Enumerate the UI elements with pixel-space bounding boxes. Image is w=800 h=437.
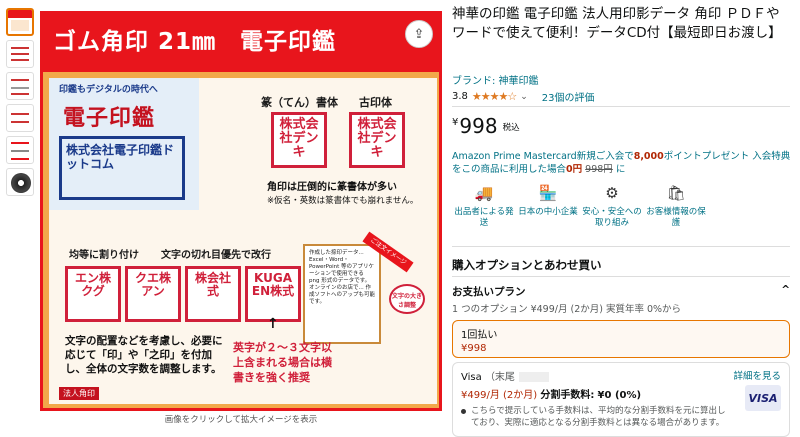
promo-suffix: に: [615, 164, 626, 175]
divider: [452, 106, 790, 107]
feature-label: 安心・安全への取り組み: [582, 207, 642, 228]
visa-logo-icon: VISA: [745, 385, 781, 411]
divider: [452, 276, 790, 277]
sample-card-title: 印鑑もデジタルの時代へ: [59, 85, 158, 95]
payment-plan-summary: 1 つのオプション ¥499/月 (2か月) 実質年率 0%から: [452, 304, 682, 315]
data-info-card: 作成した捺印データ... Excel・Word・PowerPoint 等のアプリ…: [303, 244, 381, 344]
promo-old-price: 998円: [585, 164, 613, 175]
arrow-up-icon: ↑: [267, 316, 279, 332]
layout-seal-2: クエ株アン: [125, 266, 181, 322]
price-block: ¥ 998 税込: [452, 115, 520, 137]
image-panel: 印鑑もデジタルの時代へ 電子印鑑 株式会社電子印鑑ドットコム 法人角印 篆（てん…: [49, 78, 437, 404]
price-value: 998: [459, 114, 498, 138]
feature-safety[interactable]: ⚙ 安心・安全への取り組み: [580, 182, 644, 229]
image-banner: ゴム角印 21㎜ 電子印鑑: [43, 14, 439, 72]
fee-disclaimer-text: こちらで提示している手数料は、平均的な分割手数料を元に算出しており、実際に適応と…: [471, 406, 726, 428]
purchase-options-title: 購入オプションとあわせ買い: [452, 258, 602, 272]
layout-seal-3: 株会社式: [185, 266, 241, 322]
single-payment-price: ¥998: [461, 343, 487, 354]
layout-seal-1: エン株クグ: [65, 266, 121, 322]
english-note: 英字が２～３文字以上含まれる場合は横書きを強く推奨: [233, 341, 332, 384]
rating-value: 3.8: [452, 91, 468, 102]
chevron-up-icon[interactable]: ^: [781, 284, 790, 299]
seal-note-sub: ※仮名・英数は篆書体でも崩れません。: [267, 196, 419, 206]
tensho-label: 篆（てん）書体: [261, 96, 338, 109]
chevron-down-icon[interactable]: ⌄: [520, 92, 528, 102]
installment-price: ¥499/月 (2か月): [461, 390, 538, 401]
kointai-label: 古印体: [359, 96, 392, 109]
banner-title: ゴム角印 21㎜ 電子印鑑: [53, 29, 337, 55]
truck-icon: 🚚: [474, 184, 494, 202]
promo-zero-price: 0円: [566, 164, 583, 175]
bullet-icon: [461, 409, 466, 414]
visa-tail: （末尾: [484, 372, 515, 383]
line-break-label: 文字の切れ目優先で改行: [161, 250, 271, 261]
installment-fee: ¥0 (0%): [597, 390, 642, 401]
sample-seal-card: 印鑑もデジタルの時代へ 電子印鑑 株式会社電子印鑑ドットコム 法人角印: [49, 78, 199, 400]
thumbnail-4[interactable]: [6, 104, 34, 132]
sample-card-headline: 電子印鑑: [63, 106, 156, 131]
rating-stars-icon[interactable]: ★★★★☆: [472, 90, 517, 103]
bag-icon: 🛍: [666, 184, 686, 202]
tensho-seal: 株式会社デンキ: [271, 112, 327, 168]
rating-row: 3.8 ★★★★☆ ⌄ 23個の評価: [452, 89, 595, 104]
divider: [452, 246, 790, 247]
even-layout-label: 均等に割り付け: [69, 250, 139, 261]
promo-points: 8,000: [633, 151, 664, 162]
product-title: 神華の印鑑 電子印鑑 法人用印影データ 角印 ＰＤＦやワードで使えて便利！データ…: [452, 6, 782, 41]
layout-explanation: 文字の配置などを考慮し、必要に応じて「印」や「之印」を付加し、全体の文字数を調整…: [65, 335, 223, 375]
details-link[interactable]: 詳細を見る: [733, 368, 781, 382]
share-icon[interactable]: ⇪: [405, 20, 433, 48]
feature-icons: 🚚 出品者による発送 🏪 日本の中小企業 ⚙ 安心・安全への取り組み 🛍 お客様…: [452, 182, 792, 234]
thumbnail-3[interactable]: [6, 72, 34, 100]
reviews-link[interactable]: 23個の評価: [542, 89, 595, 104]
single-payment-option[interactable]: 1回払い ¥998: [452, 320, 790, 358]
shield-icon: ⚙: [605, 184, 619, 202]
brand-link[interactable]: ブランド: 神華印鑑: [452, 72, 539, 87]
tax-label: 税込: [502, 123, 520, 133]
thumbnail-strip: [6, 8, 36, 200]
card-promotion[interactable]: Amazon Prime Mastercard新規ご入会で8,000ポイントプレ…: [452, 150, 792, 176]
feature-label: 日本の中小企業: [518, 207, 578, 217]
installment-fee-label: 分割手数料:: [540, 390, 595, 401]
thumbnail-1[interactable]: [6, 8, 34, 36]
size-adjust-bubble: 文字の大きさ調整: [389, 284, 425, 314]
single-payment-label: 1回払い: [461, 330, 498, 341]
visa-name: Visa: [461, 372, 482, 383]
layout-seal-4: KUGA EN株式: [245, 266, 301, 322]
installment-line: ¥499/月 (2か月) 分割手数料: ¥0 (0%): [461, 386, 641, 401]
masked-card-number: [518, 372, 549, 382]
fee-disclaimer: こちらで提示している手数料は、平均的な分割手数料を元に算出しており、実際に適応と…: [461, 405, 731, 429]
thumbnail-5[interactable]: [6, 136, 34, 164]
feature-small-business[interactable]: 🏪 日本の中小企業: [516, 182, 580, 218]
visa-installment-option[interactable]: Visa （末尾 詳細を見る VISA ¥499/月 (2か月) 分割手数料: …: [452, 362, 790, 437]
sample-card-tag: 法人角印: [59, 387, 99, 400]
sample-seal-text: 株式会社電子印鑑ドットコム: [59, 136, 185, 200]
feature-label: お客様情報の保護: [646, 207, 706, 228]
payment-plan-header[interactable]: お支払いプラン ^: [452, 284, 790, 299]
currency-symbol: ¥: [452, 117, 459, 128]
thumbnail-2[interactable]: [6, 40, 34, 68]
store-icon: 🏪: [538, 184, 558, 202]
feature-shipping[interactable]: 🚚 出品者による発送: [452, 182, 516, 229]
seal-note-main: 角印は圧倒的に篆書体が多い: [267, 182, 397, 193]
payment-plan-title: お支払いプラン: [452, 286, 526, 298]
promo-prefix: Amazon Prime Mastercard新規ご入会で: [452, 151, 634, 162]
cd-disc-icon: [11, 173, 31, 193]
kointai-seal: 株式会社デンキ: [349, 112, 405, 168]
feature-label: 出品者による発送: [454, 207, 514, 228]
thumbnail-6[interactable]: [6, 168, 34, 196]
feature-privacy[interactable]: 🛍 お客様情報の保護: [644, 182, 708, 229]
image-caption: 画像をクリックして拡大イメージを表示: [164, 415, 318, 425]
visa-card-label: Visa （末尾: [461, 368, 549, 383]
main-product-image[interactable]: ゴム角印 21㎜ 電子印鑑 ⇪ 印鑑もデジタルの時代へ 電子印鑑 株式会社電子印…: [40, 11, 442, 411]
